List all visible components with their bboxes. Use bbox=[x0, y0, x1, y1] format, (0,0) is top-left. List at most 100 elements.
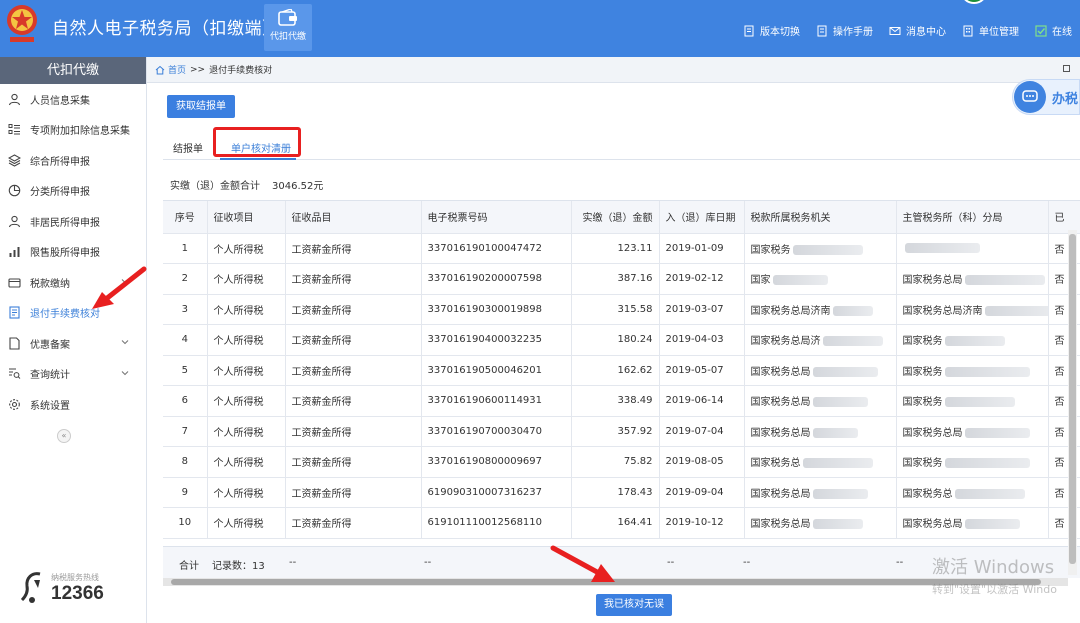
vertical-scrollbar[interactable] bbox=[1068, 230, 1077, 575]
col-header-sub-item: 征收品目 bbox=[285, 201, 421, 233]
message-center-link[interactable]: 消息中心 bbox=[889, 23, 946, 38]
check-square-icon bbox=[1035, 25, 1047, 37]
sidebar-item-label: 优惠备案 bbox=[30, 336, 70, 351]
scrollbar-thumb[interactable] bbox=[1069, 234, 1076, 564]
cell-branch-text: 国家税务 bbox=[903, 367, 943, 378]
cell-no: 10 bbox=[163, 508, 207, 539]
confirm-checked-button[interactable]: 我已核对无误 bbox=[596, 594, 672, 616]
cell-tax-authority-text: 国家税务总局 bbox=[751, 489, 811, 500]
table-row[interactable]: 1个人所得税工资薪金所得337016190100047472123.112019… bbox=[163, 233, 1080, 264]
cell-branch: 国家税务总 bbox=[896, 477, 1048, 508]
cell-date: 2019-05-07 bbox=[659, 355, 744, 386]
restore-window-button[interactable] bbox=[1063, 65, 1070, 72]
table-row[interactable]: 4个人所得税工资薪金所得337016190400032235180.242019… bbox=[163, 325, 1080, 356]
cell-date: 2019-07-04 bbox=[659, 416, 744, 447]
redacted-text bbox=[965, 519, 1020, 529]
cell-ticket-text: 337016190400032235 bbox=[428, 334, 543, 345]
sidebar-item-comprehensive-income[interactable]: 综合所得申报 bbox=[0, 145, 146, 176]
cell-tax-authority: 国家税务总局 bbox=[744, 508, 896, 539]
cell-item-text: 个人所得税 bbox=[214, 519, 264, 530]
tab-settlement-report[interactable]: 结报单 bbox=[173, 140, 203, 155]
sidebar-item-preferential-filing[interactable]: 优惠备案 bbox=[0, 328, 146, 359]
tax-assistant-widget[interactable]: 办税 bbox=[1012, 79, 1080, 115]
cell-date-text: 2019-07-04 bbox=[666, 426, 724, 437]
cell-sub-item: 工资薪金所得 bbox=[285, 447, 421, 478]
table-row[interactable]: 3个人所得税工资薪金所得337016190300019898315.582019… bbox=[163, 294, 1080, 325]
sidebar-item-tax-payment[interactable]: 税款缴纳 bbox=[0, 267, 146, 298]
redacted-text bbox=[813, 519, 863, 529]
table-row[interactable]: 8个人所得税工资薪金所得33701619080000969775.822019-… bbox=[163, 447, 1080, 478]
table-row[interactable]: 9个人所得税工资薪金所得619090310007316237178.432019… bbox=[163, 477, 1080, 508]
sidebar-item-nonresident-income[interactable]: 非居民所得申报 bbox=[0, 206, 146, 237]
redacted-text bbox=[945, 458, 1030, 468]
cell-no-text: 10 bbox=[178, 517, 191, 528]
cell-sub-item: 工资薪金所得 bbox=[285, 294, 421, 325]
cell-amount: 338.49 bbox=[571, 386, 659, 417]
sidebar-item-classified-income[interactable]: 分类所得申报 bbox=[0, 176, 146, 207]
sidebar-item-label: 专项附加扣除信息采集 bbox=[30, 122, 130, 137]
col-header-no: 序号 bbox=[163, 201, 207, 233]
table-row[interactable]: 5个人所得税工资薪金所得337016190500046201162.622019… bbox=[163, 355, 1080, 386]
online-link[interactable]: 在线 bbox=[1035, 23, 1072, 38]
table-row[interactable]: 10个人所得税工资薪金所得619101110012568110164.41201… bbox=[163, 508, 1080, 539]
cell-item: 个人所得税 bbox=[207, 416, 285, 447]
cell-ticket: 337016190400032235 bbox=[421, 325, 571, 356]
sidebar-item-label: 人员信息采集 bbox=[30, 92, 90, 107]
cell-no: 5 bbox=[163, 355, 207, 386]
breadcrumb: 首页 >> 退付手续费核对 bbox=[147, 57, 1080, 83]
cell-item-text: 个人所得税 bbox=[214, 489, 264, 500]
cell-tax-authority: 国家税务 bbox=[744, 233, 896, 264]
get-report-button[interactable]: 获取结报单 bbox=[167, 95, 235, 118]
cell-amount: 75.82 bbox=[571, 447, 659, 478]
cell-branch-text: 国家税务总 bbox=[903, 489, 953, 500]
cell-ticket: 337016190800009697 bbox=[421, 447, 571, 478]
sidebar-item-personnel-info[interactable]: 人员信息采集 bbox=[0, 84, 146, 115]
cell-branch: 国家税务总局济南 bbox=[896, 294, 1048, 325]
redacted-text bbox=[773, 275, 828, 285]
wallet-icon bbox=[277, 9, 299, 27]
document-icon bbox=[743, 25, 755, 37]
redacted-text bbox=[965, 428, 1030, 438]
version-switch-label: 版本切换 bbox=[760, 23, 800, 38]
footer-total-label: 合计 bbox=[179, 557, 199, 572]
table-row[interactable]: 6个人所得税工资薪金所得337016190600114931338.492019… bbox=[163, 386, 1080, 417]
cell-amount: 162.62 bbox=[571, 355, 659, 386]
active-tab-indicator bbox=[220, 158, 296, 160]
sidebar-item-restricted-shares[interactable]: 限售股所得申报 bbox=[0, 237, 146, 268]
cell-ticket: 337016190300019898 bbox=[421, 294, 571, 325]
cell-sub-item: 工资薪金所得 bbox=[285, 508, 421, 539]
redacted-text bbox=[955, 489, 1025, 499]
table-row[interactable]: 2个人所得税工资薪金所得337016190200007598387.162019… bbox=[163, 264, 1080, 295]
sidebar-item-query-stats[interactable]: 查询统计 bbox=[0, 359, 146, 390]
module-tab-withholding[interactable]: 代扣代缴 bbox=[264, 4, 312, 51]
cell-flag-text: 否 bbox=[1055, 428, 1065, 439]
cell-date: 2019-04-03 bbox=[659, 325, 744, 356]
cell-sub-item-text: 工资薪金所得 bbox=[292, 458, 352, 469]
breadcrumb-home-link[interactable]: 首页 bbox=[168, 63, 186, 76]
windows-activation-hint: 转到"设置"以激活 Windo bbox=[932, 581, 1057, 597]
sidebar-item-special-deduction[interactable]: 专项附加扣除信息采集 bbox=[0, 115, 146, 146]
version-switch-link[interactable]: 版本切换 bbox=[743, 23, 800, 38]
tab-single-account-check[interactable]: 单户核对清册 bbox=[231, 140, 291, 155]
home-icon bbox=[155, 65, 165, 75]
sidebar-item-label: 系统设置 bbox=[30, 397, 70, 412]
scrollbar-thumb[interactable] bbox=[171, 579, 1041, 585]
sidebar-item-refund-fee-check[interactable]: 退付手续费核对 bbox=[0, 298, 146, 329]
sidebar-collapse-button[interactable]: « bbox=[57, 429, 71, 443]
mail-icon bbox=[889, 25, 901, 37]
redacted-text bbox=[833, 306, 873, 316]
cell-amount: 123.11 bbox=[571, 233, 659, 264]
redacted-text bbox=[945, 336, 1005, 346]
unit-management-link[interactable]: 单位管理 bbox=[962, 23, 1019, 38]
avatar[interactable] bbox=[960, 0, 988, 4]
table-row[interactable]: 7个人所得税工资薪金所得337016190700030470357.922019… bbox=[163, 416, 1080, 447]
redacted-text bbox=[813, 489, 868, 499]
cell-branch: 国家税务总局 bbox=[896, 508, 1048, 539]
sidebar-item-system-settings[interactable]: 系统设置 bbox=[0, 389, 146, 420]
breadcrumb-separator: >> bbox=[190, 65, 205, 75]
hotline-caption: 纳税服务热线 bbox=[51, 572, 104, 583]
cell-branch-text: 国家税务总局 bbox=[903, 428, 963, 439]
tax-assistant-label: 办税 bbox=[1052, 88, 1078, 107]
cell-no: 3 bbox=[163, 294, 207, 325]
manual-link[interactable]: 操作手册 bbox=[816, 23, 873, 38]
